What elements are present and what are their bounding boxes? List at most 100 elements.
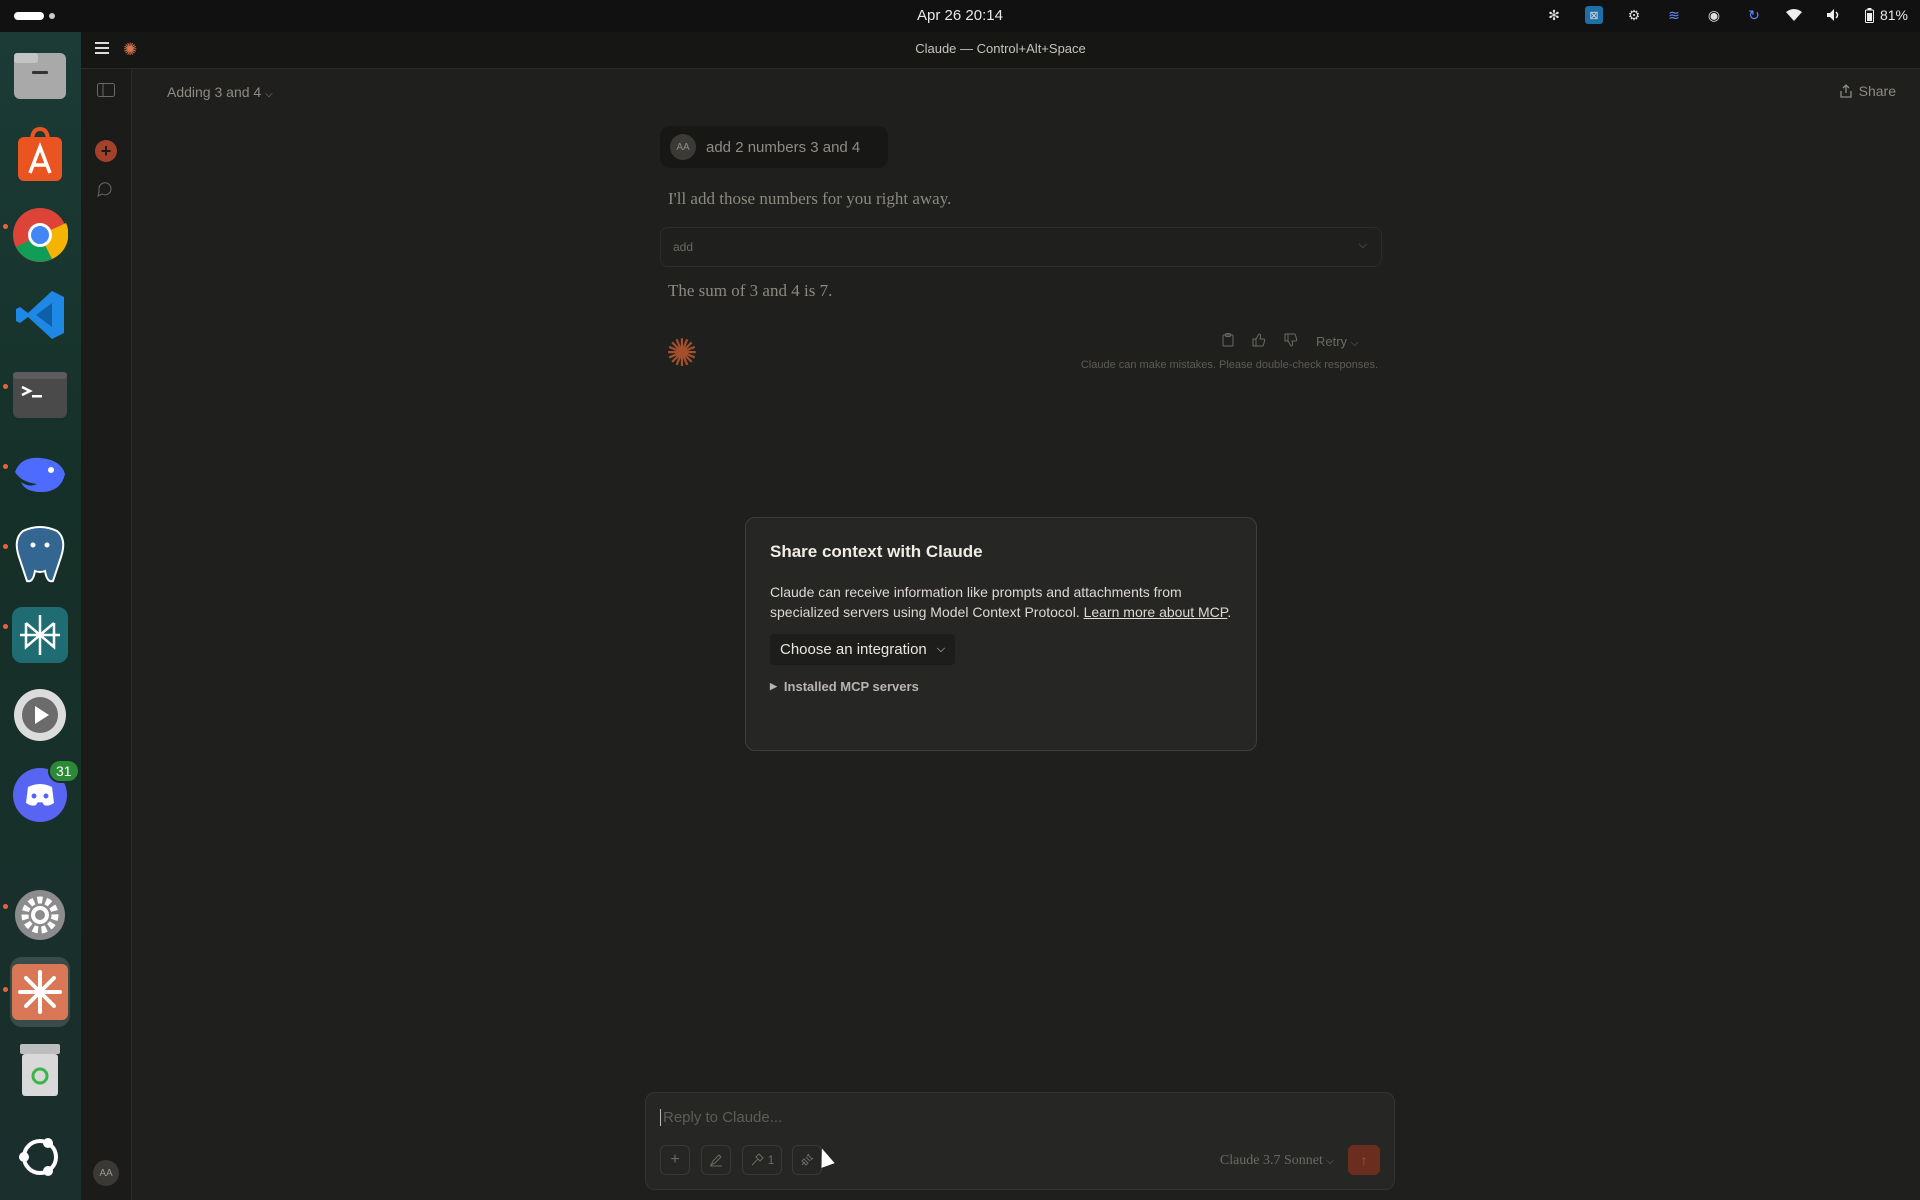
send-button[interactable]: ↑ <box>1348 1145 1380 1175</box>
settings-tray-icon[interactable]: ⚙ <box>1625 6 1643 24</box>
vscode-icon <box>16 291 64 339</box>
learn-more-mcp-link[interactable]: Learn more about MCP <box>1084 604 1228 620</box>
running-indicator <box>3 384 8 389</box>
installed-mcp-servers-toggle[interactable]: ▶ Installed MCP servers <box>770 679 1232 694</box>
refresh-tray-icon[interactable]: ↻ <box>1745 6 1763 24</box>
new-chat-button[interactable]: + <box>95 140 117 162</box>
perplexity-icon <box>12 607 68 663</box>
integration-select-label: Choose an integration <box>780 641 927 658</box>
chevron-down-icon: ⌵ <box>1350 338 1359 349</box>
reply-input[interactable]: Reply to Claude... <box>660 1109 782 1126</box>
running-indicator <box>3 904 8 909</box>
chrome-icon <box>13 208 68 262</box>
volume-icon[interactable] <box>1825 6 1843 24</box>
installed-mcp-servers-label: Installed MCP servers <box>783 679 919 694</box>
battery-status[interactable]: 81% <box>1864 7 1908 23</box>
tool-name: add <box>673 240 694 254</box>
deepseek-icon <box>15 457 65 492</box>
user-message: AA add 2 numbers 3 and 4 <box>660 126 888 168</box>
message-actions: Retry ⌵ <box>1222 333 1358 350</box>
system-top-bar: Apr 26 20:14 ✻ ⊠ ⚙ ≋ ◉ ↻ 81% <box>0 0 1920 32</box>
dock-show-apps[interactable] <box>10 1127 70 1187</box>
tool-call-block[interactable]: add ⌵ <box>660 227 1382 267</box>
discord-notification-badge: 31 <box>48 759 80 783</box>
claude-spark-icon: ✺ <box>666 333 698 375</box>
terminal-icon <box>13 372 67 418</box>
share-context-dialog: Share context with Claude Claude can rec… <box>745 517 1257 751</box>
share-button[interactable]: Share <box>1839 83 1896 99</box>
dock-discord[interactable]: 31 <box>10 759 80 825</box>
files-icon <box>14 53 66 99</box>
dock-media-player[interactable] <box>10 685 70 745</box>
chevron-down-icon: ⌵ <box>265 89 273 100</box>
discord-tray-icon[interactable]: ◉ <box>1705 6 1723 24</box>
chevron-down-icon: ⌵ <box>936 643 946 655</box>
ubuntu-icon <box>19 1138 58 1176</box>
window-title-bar: ✺ Claude — Control+Alt+Space <box>81 32 1920 69</box>
dock-perplexity[interactable] <box>10 605 70 665</box>
dialog-title: Share context with Claude <box>770 542 983 561</box>
caret-right-icon: ▶ <box>770 681 777 691</box>
copy-icon[interactable] <box>1222 333 1234 350</box>
model-selector[interactable]: Claude 3.7 Sonnet ⌵ <box>1220 1153 1334 1169</box>
attach-button[interactable]: + <box>660 1145 690 1175</box>
battery-icon <box>1864 7 1874 23</box>
sidebar-toggle-icon[interactable] <box>97 83 115 100</box>
dock-postgres[interactable] <box>10 525 70 585</box>
dock-vscode[interactable] <box>10 285 70 345</box>
disclaimer-text: Claude can make mistakes. Please double-… <box>1080 359 1378 371</box>
integration-select[interactable]: Choose an integration ⌵ <box>770 634 956 665</box>
dialog-body: Claude can receive information like prom… <box>770 584 1232 620</box>
xcode-tray-icon[interactable]: ⊠ <box>1584 6 1603 24</box>
hammer-icon <box>751 1153 764 1166</box>
chats-icon[interactable] <box>97 181 113 200</box>
tools-button[interactable]: 1 <box>742 1145 782 1175</box>
claude-tray-icon[interactable]: ✻ <box>1545 6 1563 24</box>
running-indicator <box>3 464 8 469</box>
app-center-icon <box>18 127 62 181</box>
vpn-tray-icon[interactable]: ≋ <box>1665 6 1683 24</box>
share-icon <box>1839 84 1852 98</box>
pen-icon <box>709 1154 722 1167</box>
plug-icon <box>801 1153 814 1166</box>
thumbs-up-icon[interactable] <box>1252 333 1266 350</box>
thumbs-down-icon[interactable] <box>1284 333 1298 350</box>
reply-composer: Reply to Claude... + 1 Claude 3.7 Sonnet… <box>645 1092 1395 1190</box>
arrow-up-icon: ↑ <box>1360 1152 1368 1168</box>
system-tray: ✻ ⊠ ⚙ ≋ ◉ ↻ 81% <box>1545 6 1908 24</box>
postgres-icon <box>15 526 65 583</box>
user-message-text: add 2 numbers 3 and 4 <box>706 138 861 156</box>
dock-settings[interactable] <box>10 885 70 945</box>
claude-icon <box>12 964 68 1020</box>
retry-button[interactable]: Retry ⌵ <box>1316 334 1358 349</box>
dock-claude[interactable] <box>10 957 70 1027</box>
share-label: Share <box>1858 83 1896 99</box>
dock-app-center[interactable] <box>10 125 70 185</box>
user-avatar[interactable]: AA <box>93 1160 119 1186</box>
model-name: Claude 3.7 Sonnet <box>1219 1153 1323 1168</box>
dock-files[interactable] <box>10 45 70 105</box>
conversation-title: Adding 3 and 4 <box>167 84 262 100</box>
battery-percent: 81% <box>1879 7 1908 23</box>
conversation-title-menu[interactable]: Adding 3 and 4 ⌵ <box>167 84 273 100</box>
running-indicator <box>3 544 8 549</box>
dock-terminal[interactable] <box>10 365 70 425</box>
dock-chrome[interactable] <box>10 205 70 265</box>
assistant-response-result: The sum of 3 and 4 is 7. <box>668 281 833 300</box>
retry-label: Retry <box>1316 334 1348 349</box>
media-player-icon <box>14 689 66 741</box>
user-message-avatar: AA <box>670 134 696 160</box>
dock-trash[interactable] <box>10 1040 70 1100</box>
settings-icon <box>15 890 65 940</box>
chevron-down-icon: ⌵ <box>1326 1156 1334 1167</box>
trash-icon <box>20 1044 60 1096</box>
style-button[interactable] <box>701 1145 731 1175</box>
sidebar: + AA <box>81 69 132 1200</box>
plus-icon: + <box>670 1151 680 1168</box>
application-dock: 31 <box>0 32 81 1200</box>
dock-deepseek[interactable] <box>10 445 70 505</box>
chevron-down-icon: ⌵ <box>1358 239 1367 251</box>
running-indicator <box>3 624 8 629</box>
wifi-icon[interactable] <box>1785 6 1803 24</box>
running-indicator <box>3 224 8 229</box>
